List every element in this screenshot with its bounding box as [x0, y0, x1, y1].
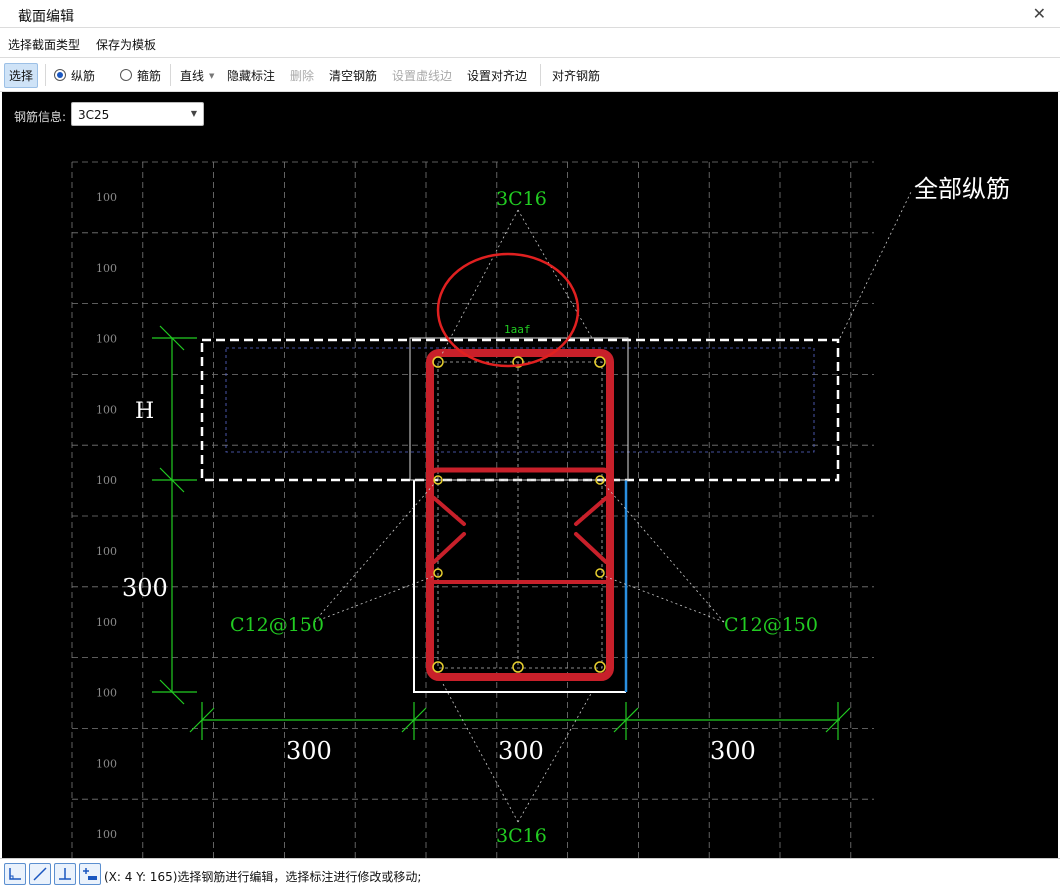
ortho-mode-button[interactable] [4, 863, 26, 885]
right-stirrup-label: C12@150 [724, 614, 818, 636]
select-button[interactable]: 选择 [4, 63, 39, 88]
grid-label: 100 [96, 333, 117, 346]
flange-inner-outline [225, 347, 815, 453]
grid-label: 100 [96, 191, 117, 204]
top-bars-label: 3C16 [496, 188, 547, 210]
web-outline [413, 480, 626, 693]
toolbar: 选择 纵筋 箍筋 直线 ▼ 隐藏标注 删除 清空钢筋 设置虚线边 设置对齐边 对齐… [0, 58, 1060, 92]
rebar-info-select[interactable]: 3C25 ▼ [71, 102, 204, 126]
title-bar: 截面编辑 ✕ [0, 0, 1060, 28]
menu-bar: 选择截面类型 保存为模板 [0, 28, 1060, 58]
stirrup-rebar [426, 349, 614, 681]
toolbar-divider [170, 64, 171, 86]
clear-rebar-button[interactable]: 清空钢筋 [329, 67, 377, 84]
left-stirrup-label: C12@150 [230, 614, 324, 636]
grid-label: 100 [96, 828, 117, 841]
align-rebar-button[interactable]: 对齐钢筋 [552, 67, 600, 84]
chevron-down-icon: ▼ [209, 72, 215, 80]
drawing-canvas[interactable]: 100 100 100 100 100 100 100 100 100 100 [2, 92, 1058, 858]
line-label: 直线 [180, 69, 205, 83]
rebar-info-value: 3C25 [78, 108, 110, 122]
add-point-button[interactable] [79, 863, 101, 885]
grid-label: 100 [96, 545, 117, 558]
grid-label: 100 [96, 474, 117, 487]
set-align-edge-button[interactable]: 设置对齐边 [467, 67, 527, 84]
delete-button[interactable]: 删除 [290, 67, 314, 84]
radio-checked-icon [54, 69, 66, 81]
menu-select-section-type[interactable]: 选择截面类型 [8, 36, 80, 53]
rebar-info-label: 钢筋信息: [14, 110, 67, 124]
grid-label: 100 [96, 262, 117, 275]
stirrup-radio[interactable]: 箍筋 [120, 67, 161, 84]
hide-labels-button[interactable]: 隐藏标注 [227, 67, 275, 84]
grid-label: 100 [96, 687, 117, 700]
dim-bottom-label-1: 300 [286, 737, 332, 765]
bottom-bars-label: 3C16 [496, 825, 547, 847]
diagonal-snap-button[interactable] [29, 863, 51, 885]
flange-outline [200, 338, 840, 482]
toolbar-divider [45, 64, 46, 86]
dim-left-label: 300 [122, 574, 168, 602]
dim-h-label: H [135, 399, 154, 424]
longitudinal-label: 纵筋 [71, 69, 96, 83]
section-drawing[interactable]: 100 100 100 100 100 100 100 100 100 100 3C16 3C16… [2, 92, 1058, 858]
longitudinal-bars [432, 356, 606, 673]
chevron-down-icon: ▼ [190, 109, 197, 118]
grid-label: 100 [96, 616, 117, 629]
close-icon[interactable]: ✕ [1033, 4, 1046, 23]
toolbar-divider [540, 64, 541, 86]
status-message: (X: 4 Y: 165)选择钢筋进行编辑，选择标注进行修改或移动; [104, 870, 422, 884]
status-bar: (X: 4 Y: 165)选择钢筋进行编辑，选择标注进行修改或移动; [0, 858, 1060, 891]
all-longitudinal-label: 全部纵筋 [914, 175, 1010, 203]
dim-bottom-label-3: 300 [710, 737, 756, 765]
radio-unchecked-icon [120, 69, 132, 81]
small-label: 1aaf [504, 323, 531, 336]
menu-save-as-template[interactable]: 保存为模板 [96, 36, 156, 53]
line-dropdown[interactable]: 直线 ▼ [180, 67, 214, 84]
longitudinal-radio[interactable]: 纵筋 [54, 67, 95, 84]
web-guides [437, 361, 603, 669]
grid-label: 100 [96, 757, 117, 770]
window-title: 截面编辑 [18, 9, 74, 25]
stirrup-label: 箍筋 [137, 69, 162, 83]
set-dashed-edge-button[interactable]: 设置虚线边 [392, 67, 452, 84]
perpendicular-snap-button[interactable] [54, 863, 76, 885]
dim-bottom-label-2: 300 [498, 737, 544, 765]
grid-label: 100 [96, 403, 117, 416]
